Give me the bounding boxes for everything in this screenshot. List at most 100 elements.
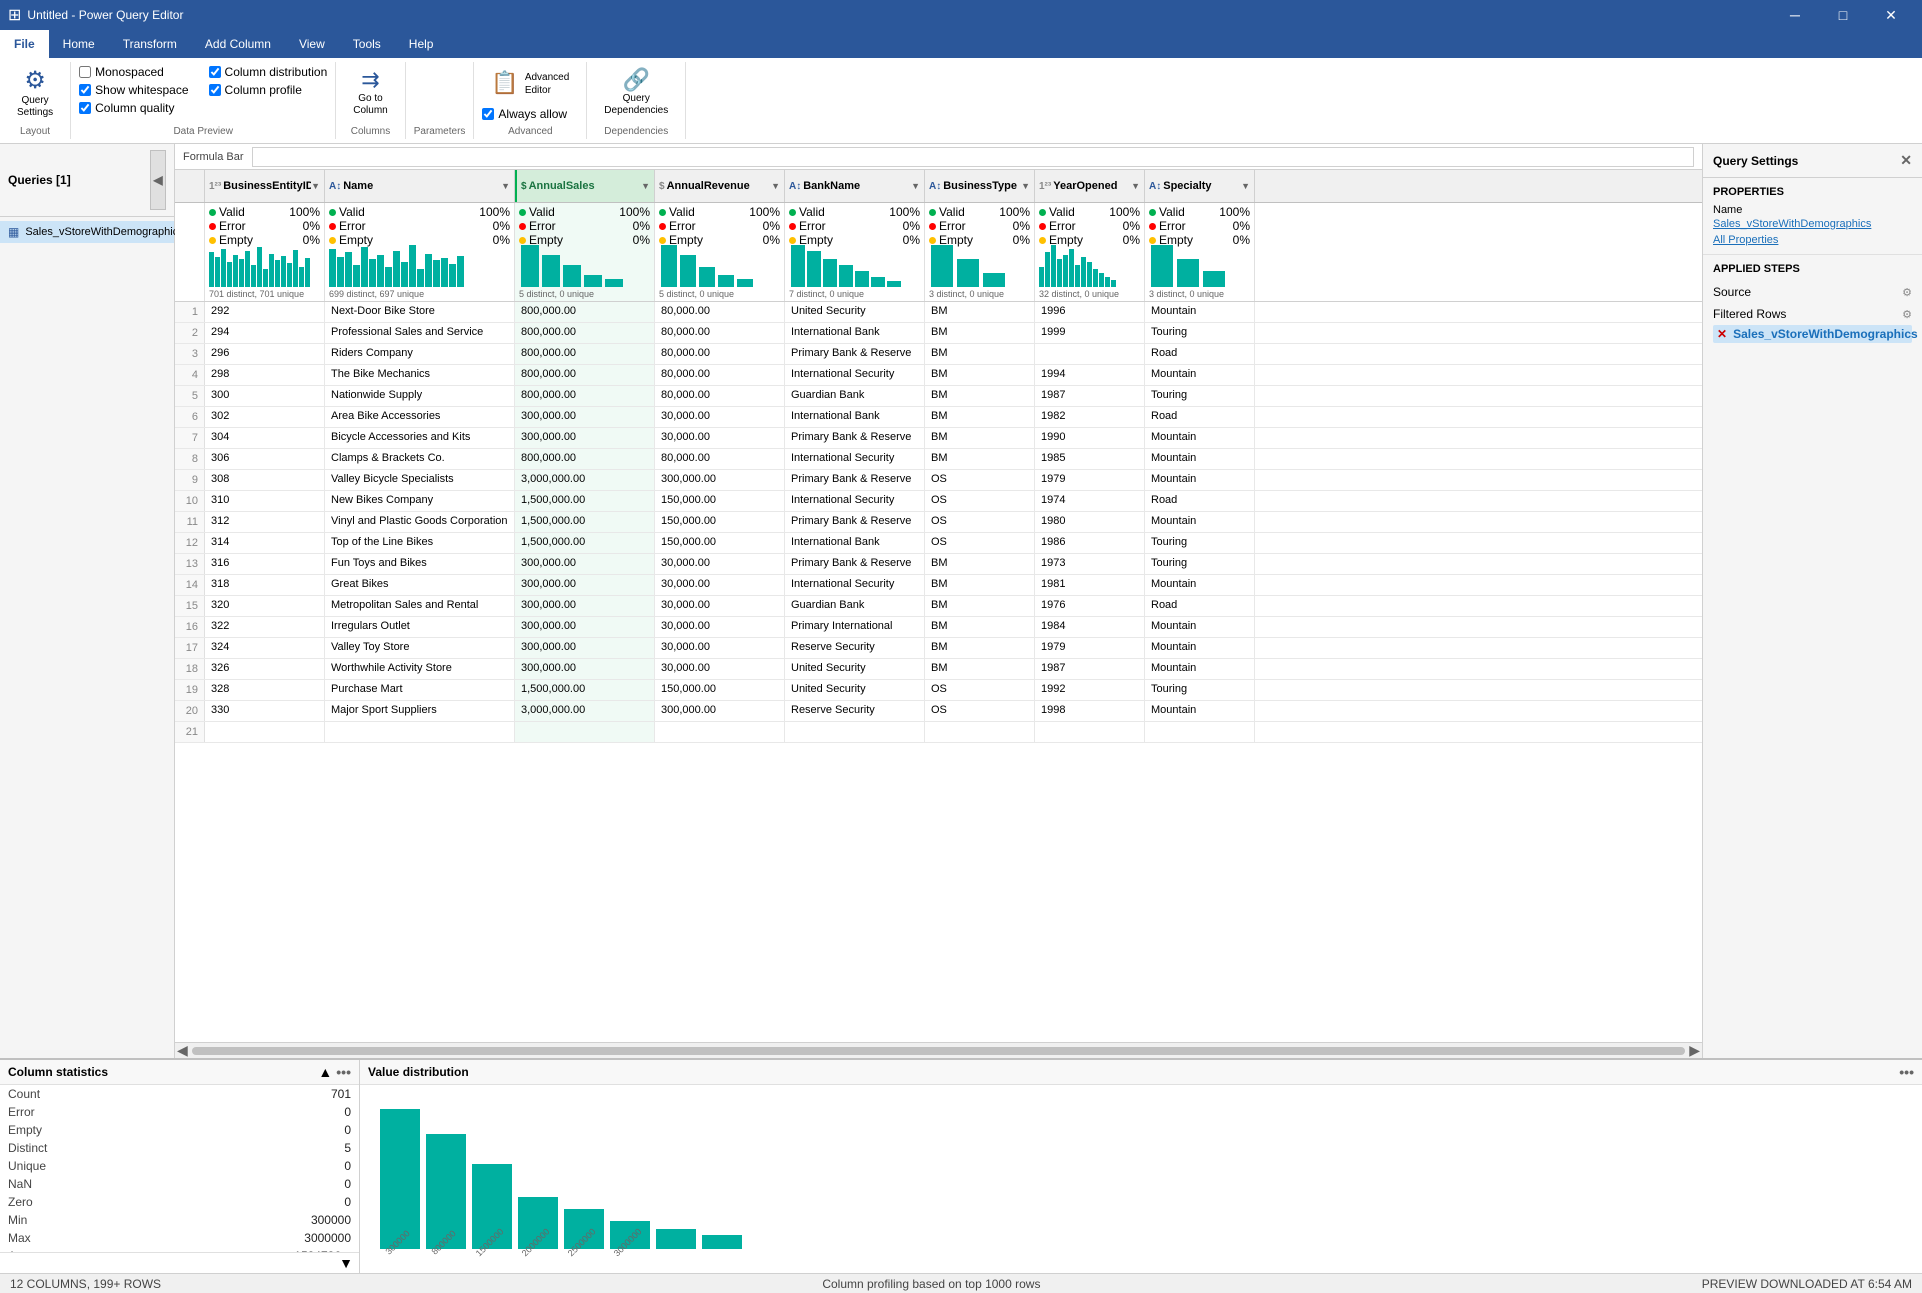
- col-header-bankname[interactable]: A↕ BankName ▼: [785, 170, 925, 202]
- col-filter-4[interactable]: ▼: [771, 181, 780, 191]
- properties-name-label: Name: [1713, 204, 1912, 216]
- title-bar: ⊞ Untitled - Power Query Editor ─ □ ✕: [0, 0, 1922, 30]
- col-filter-6[interactable]: ▼: [1021, 181, 1030, 191]
- advanced-editor-label: AdvancedEditor: [525, 71, 569, 97]
- step-sales-vstoredemographics[interactable]: ✕ Sales_vStoreWithDemographics: [1713, 325, 1912, 343]
- table-cell: 1999: [1035, 323, 1145, 343]
- scrollbar-horizontal[interactable]: ◀ ▶: [175, 1042, 1702, 1058]
- step-source[interactable]: Source ⚙: [1713, 281, 1912, 303]
- tab-help[interactable]: Help: [395, 30, 448, 58]
- table-cell: 30,000.00: [655, 596, 785, 616]
- column-stats-content: Count701 Error0 Empty0 Distinct5 Unique0…: [0, 1085, 359, 1252]
- query-dependencies-button[interactable]: 🔗 QueryDependencies: [595, 64, 677, 122]
- profile-distinct-8: 3 distinct, 0 unique: [1149, 289, 1250, 299]
- tab-add-column[interactable]: Add Column: [191, 30, 285, 58]
- scroll-left-button[interactable]: ◀: [177, 1042, 188, 1058]
- table-row: 1292Next-Door Bike Store800,000.0080,000…: [175, 302, 1702, 323]
- step-filtered-rows[interactable]: Filtered Rows ⚙: [1713, 303, 1912, 325]
- tab-tools[interactable]: Tools: [339, 30, 395, 58]
- col-filter-3[interactable]: ▼: [641, 181, 650, 191]
- column-stats-scroll-up[interactable]: ▲: [318, 1064, 332, 1080]
- query-settings-close-button[interactable]: ✕: [1900, 152, 1912, 169]
- ribbon: File Home Transform Add Column View Tool…: [0, 30, 1922, 144]
- table-cell: 1990: [1035, 428, 1145, 448]
- tab-file[interactable]: File: [0, 30, 49, 58]
- col-header-businesstype[interactable]: A↕ BusinessType ▼: [925, 170, 1035, 202]
- table-cell: International Security: [785, 449, 925, 469]
- column-distribution-checkbox[interactable]: [209, 66, 221, 78]
- scroll-right-button[interactable]: ▶: [1689, 1042, 1700, 1058]
- col-filter-1[interactable]: ▼: [311, 181, 320, 191]
- show-whitespace-checkbox[interactable]: [79, 84, 91, 96]
- step-filtered-rows-gear-icon[interactable]: ⚙: [1902, 308, 1912, 321]
- table-cell: United Security: [785, 302, 925, 322]
- profile-yearopened: Valid100% Error0% Empty0%: [1035, 203, 1145, 301]
- always-allow-checkbox[interactable]: [482, 108, 494, 120]
- column-stats-more-button[interactable]: •••: [336, 1064, 351, 1080]
- row-number-cell: 1: [175, 302, 205, 322]
- advanced-editor-button[interactable]: 📋 AdvancedEditor: [482, 64, 578, 102]
- table-cell: United Security: [785, 659, 925, 679]
- column-stats-scroll-down[interactable]: ▼: [339, 1255, 353, 1271]
- column-profile-checkbox[interactable]: [209, 84, 221, 96]
- col-header-yearopened[interactable]: 1²³ YearOpened ▼: [1035, 170, 1145, 202]
- table-cell: Road: [1145, 596, 1255, 616]
- value-distribution-more-button[interactable]: •••: [1899, 1064, 1914, 1080]
- table-cell: 150,000.00: [655, 680, 785, 700]
- stats-unique: Unique0: [0, 1157, 359, 1175]
- col-header-specialty[interactable]: A↕ Specialty ▼: [1145, 170, 1255, 202]
- properties-name-value[interactable]: Sales_vStoreWithDemographics: [1713, 218, 1912, 230]
- go-to-column-button[interactable]: ⇉ Go toColumn: [344, 64, 396, 122]
- col-header-annualrevenue[interactable]: $ AnnualRevenue ▼: [655, 170, 785, 202]
- title-bar-controls: ─ □ ✕: [1772, 0, 1914, 30]
- column-quality-checkbox[interactable]: [79, 102, 91, 114]
- table-cell: 1987: [1035, 659, 1145, 679]
- col-name-6: BusinessType: [943, 180, 1017, 192]
- applied-steps-section: APPLIED STEPS Source ⚙ Filtered Rows ⚙ ✕…: [1703, 255, 1922, 1058]
- distribution-x-labels: 300000 800000 1500000 2000000 2500000 30…: [380, 1253, 1902, 1263]
- table-cell: Top of the Line Bikes: [325, 533, 515, 553]
- step-filtered-rows-label: Filtered Rows: [1713, 307, 1786, 321]
- table-row: 10310New Bikes Company1,500,000.00150,00…: [175, 491, 1702, 512]
- minimize-button[interactable]: ─: [1772, 0, 1818, 30]
- table-cell: 300,000.00: [655, 470, 785, 490]
- columns-group-items: ⇉ Go toColumn: [344, 64, 396, 124]
- stats-count: Count701: [0, 1085, 359, 1103]
- col-filter-7[interactable]: ▼: [1131, 181, 1140, 191]
- col-filter-5[interactable]: ▼: [911, 181, 920, 191]
- scroll-thumb[interactable]: [192, 1047, 1685, 1055]
- table-cell: 1,500,000.00: [515, 533, 655, 553]
- col-header-annualsales[interactable]: $ AnnualSales ▼: [515, 170, 655, 202]
- maximize-button[interactable]: □: [1820, 0, 1866, 30]
- table-cell: Primary Bank & Reserve: [785, 554, 925, 574]
- step-x-icon[interactable]: ✕: [1717, 327, 1727, 341]
- row-num-profile: [175, 203, 205, 301]
- step-source-gear-icon[interactable]: ⚙: [1902, 286, 1912, 299]
- query-settings-button[interactable]: ⚙ QuerySettings: [8, 64, 62, 124]
- monospaced-checkbox[interactable]: [79, 66, 91, 78]
- col-header-name[interactable]: A↕ Name ▼: [325, 170, 515, 202]
- collapse-queries-button[interactable]: ◀: [150, 150, 166, 210]
- col-filter-8[interactable]: ▼: [1241, 181, 1250, 191]
- formula-input[interactable]: [252, 147, 1694, 167]
- tab-view[interactable]: View: [285, 30, 339, 58]
- col-filter-2[interactable]: ▼: [501, 181, 510, 191]
- data-preview-items: Monospaced Show whitespace Column qualit…: [79, 64, 327, 124]
- close-button[interactable]: ✕: [1868, 0, 1914, 30]
- row-number-cell: 3: [175, 344, 205, 364]
- table-cell: 300,000.00: [515, 554, 655, 574]
- query-settings-icon: ⚙: [24, 69, 46, 93]
- query-item-sales[interactable]: ▦ Sales_vStoreWithDemographics: [0, 221, 174, 243]
- table-cell: BM: [925, 386, 1035, 406]
- col-header-businessentityid[interactable]: 1²³ BusinessEntityID ▼: [205, 170, 325, 202]
- all-properties-link[interactable]: All Properties: [1713, 234, 1912, 246]
- col-name-1: BusinessEntityID: [223, 180, 311, 192]
- table-cell: Primary Bank & Reserve: [785, 470, 925, 490]
- scroll-down-row: ▼: [0, 1252, 359, 1273]
- table-cell: Metropolitan Sales and Rental: [325, 596, 515, 616]
- tab-transform[interactable]: Transform: [109, 30, 191, 58]
- column-headers: 1²³ BusinessEntityID ▼ A↕ Name ▼ $ Annua…: [175, 170, 1702, 203]
- queries-list: ▦ Sales_vStoreWithDemographics: [0, 217, 174, 1058]
- table-cell: OS: [925, 491, 1035, 511]
- tab-home[interactable]: Home: [49, 30, 109, 58]
